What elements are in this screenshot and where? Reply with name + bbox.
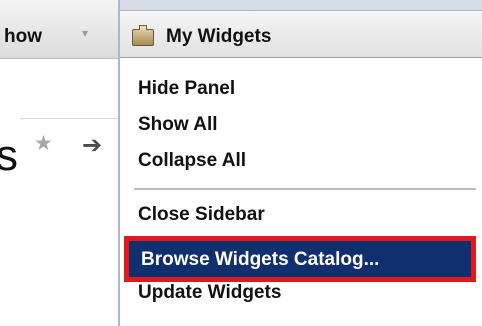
menu-item-browse-catalog-label: Browse Widgets Catalog... xyxy=(141,249,380,270)
partial-text: s xyxy=(0,131,18,180)
menu-item-collapse-all[interactable]: Collapse All xyxy=(138,150,246,172)
panel-header[interactable]: My Widgets xyxy=(120,10,482,58)
menu-item-update-widgets[interactable]: Update Widgets xyxy=(138,282,281,304)
nav-strip: s ★ ➔ xyxy=(0,59,120,178)
star-icon[interactable]: ★ xyxy=(34,131,53,156)
menu-item-close-sidebar[interactable]: Close Sidebar xyxy=(138,204,265,226)
toolbox-icon xyxy=(132,25,154,46)
browser-toolbar: how ▾ xyxy=(0,0,120,59)
menu-item-hide-panel[interactable]: Hide Panel xyxy=(138,78,235,100)
chevron-down-icon[interactable]: ▾ xyxy=(82,26,88,40)
forward-arrow-icon[interactable]: ➔ xyxy=(82,131,102,160)
panel-top-bar xyxy=(120,0,482,10)
show-menu-label[interactable]: how xyxy=(4,26,42,48)
divider xyxy=(20,118,120,119)
widgets-menu-panel: My Widgets Hide Panel Show All Collapse … xyxy=(118,0,482,326)
panel-title: My Widgets xyxy=(166,26,272,47)
menu-item-browse-catalog[interactable]: Browse Widgets Catalog... xyxy=(124,236,476,282)
menu-separator xyxy=(134,188,476,190)
menu-item-show-all[interactable]: Show All xyxy=(138,114,218,136)
